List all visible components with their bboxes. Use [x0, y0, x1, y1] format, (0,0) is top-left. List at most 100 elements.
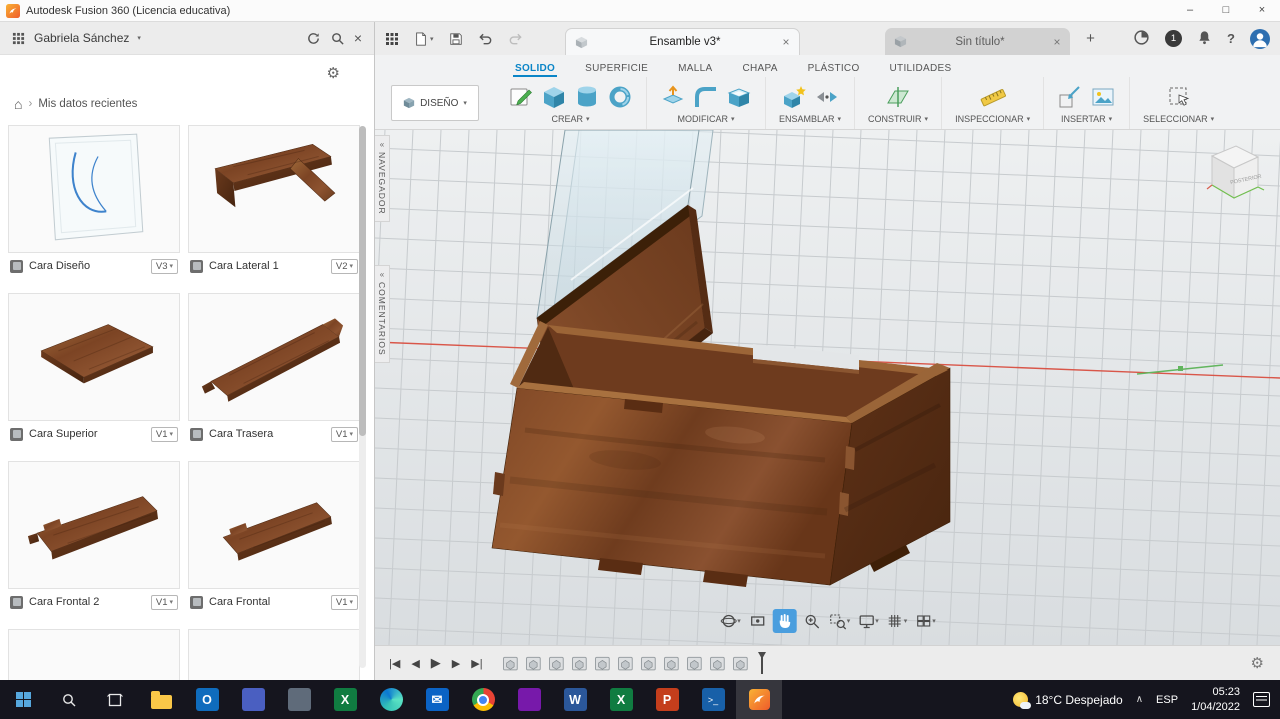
insert-image-icon[interactable]: [1090, 84, 1116, 110]
excel-icon[interactable]: X: [598, 680, 644, 719]
task-view-icon[interactable]: [92, 680, 138, 719]
caret-down-icon[interactable]: ▾: [731, 115, 735, 123]
zoom-icon[interactable]: [800, 609, 824, 633]
file-menu-icon[interactable]: ▾: [414, 32, 434, 46]
version-dropdown[interactable]: V1▾: [151, 595, 178, 610]
undo-icon[interactable]: [478, 31, 493, 46]
scrollbar-thumb[interactable]: [359, 126, 366, 436]
close-panel-icon[interactable]: ×: [354, 30, 362, 46]
excel-icon[interactable]: X: [322, 680, 368, 719]
caret-down-icon[interactable]: ▾: [838, 115, 842, 123]
taskbar-clock[interactable]: 05:23 1/04/2022: [1191, 685, 1240, 714]
save-icon[interactable]: [449, 32, 463, 46]
minimize-icon[interactable]: –: [1172, 0, 1208, 21]
file-card[interactable]: Cara Frontal 2 V1▾: [8, 461, 180, 615]
file-thumbnail[interactable]: [8, 629, 180, 680]
navigator-panel-tab[interactable]: « NAVEGADOR: [375, 135, 390, 222]
grid-settings-icon[interactable]: ▾: [884, 609, 910, 633]
file-thumbnail[interactable]: [8, 461, 180, 589]
viewports-icon[interactable]: ▾: [912, 609, 938, 633]
3d-viewport[interactable]: « NAVEGADOR « COMENTARIOS POSTERIOR: [375, 130, 1280, 645]
shell-icon[interactable]: [726, 84, 752, 110]
file-thumbnail[interactable]: [188, 461, 360, 589]
file-card[interactable]: [188, 629, 360, 680]
version-dropdown[interactable]: V1▾: [331, 595, 358, 610]
look-at-icon[interactable]: [746, 609, 770, 633]
file-thumbnail[interactable]: [188, 629, 360, 680]
file-card[interactable]: Cara Frontal V1▾: [188, 461, 360, 615]
group-label[interactable]: SELECCIONAR: [1143, 114, 1208, 124]
timeline-feature-component-icon[interactable]: [570, 653, 590, 673]
close-tab-icon[interactable]: ×: [783, 35, 790, 49]
timeline-settings-gear-icon[interactable]: ⚙: [1251, 654, 1264, 672]
app-icon[interactable]: [276, 680, 322, 719]
timeline-feature-component-icon[interactable]: [662, 653, 682, 673]
3d-scene-canvas[interactable]: [375, 130, 1280, 645]
action-center-icon[interactable]: [1253, 692, 1270, 707]
outlook-icon[interactable]: O: [184, 680, 230, 719]
close-icon[interactable]: ×: [1244, 0, 1280, 21]
file-thumbnail[interactable]: [188, 293, 360, 421]
joint-icon[interactable]: [814, 84, 840, 110]
file-card[interactable]: [8, 629, 180, 680]
comments-panel-tab[interactable]: « COMENTARIOS: [375, 265, 390, 363]
new-component-icon[interactable]: [781, 84, 807, 110]
group-label[interactable]: CREAR: [551, 114, 583, 124]
group-label[interactable]: CONSTRUIR: [868, 114, 922, 124]
torus-icon[interactable]: [607, 84, 633, 110]
chrome-icon[interactable]: [460, 680, 506, 719]
insert-icon[interactable]: [1057, 84, 1083, 110]
chevron-down-icon[interactable]: ▾: [137, 34, 141, 42]
timeline-play-icon[interactable]: ▶: [431, 655, 441, 671]
update-count-badge[interactable]: 1: [1165, 30, 1182, 47]
orbit-icon[interactable]: ▾: [717, 609, 743, 633]
create-sketch-icon[interactable]: [508, 84, 534, 110]
file-thumbnail[interactable]: [8, 125, 180, 253]
timeline-step-forward-icon[interactable]: ▶: [452, 657, 460, 670]
file-card[interactable]: Cara Trasera V1▾: [188, 293, 360, 447]
timeline-feature-component-icon[interactable]: [501, 653, 521, 673]
timeline-feature-component-icon[interactable]: [639, 653, 659, 673]
timeline-skip-end-icon[interactable]: ▶|: [471, 657, 482, 670]
view-cube[interactable]: POSTERIOR: [1198, 136, 1270, 213]
new-tab-icon[interactable]: +: [1078, 26, 1104, 52]
caret-down-icon[interactable]: ▾: [586, 115, 590, 123]
timeline-feature-component-icon[interactable]: [547, 653, 567, 673]
press-pull-icon[interactable]: [660, 84, 686, 110]
start-button[interactable]: [0, 680, 46, 719]
caret-down-icon[interactable]: ▾: [1211, 115, 1215, 123]
breadcrumb-label[interactable]: Mis datos recientes: [38, 98, 137, 110]
powershell-icon[interactable]: >_: [690, 680, 736, 719]
notifications-bell-icon[interactable]: [1197, 30, 1212, 48]
file-card[interactable]: Cara Superior V1▾: [8, 293, 180, 447]
group-label[interactable]: INSPECCIONAR: [955, 114, 1024, 124]
file-thumbnail[interactable]: [8, 293, 180, 421]
display-settings-icon[interactable]: ▾: [855, 609, 881, 633]
app-grid-icon[interactable]: [10, 30, 26, 46]
timeline-skip-start-icon[interactable]: |◀: [389, 657, 400, 670]
group-label[interactable]: MODIFICAR: [677, 114, 728, 124]
version-dropdown[interactable]: V3▾: [151, 259, 178, 274]
profile-avatar[interactable]: [1250, 29, 1270, 49]
file-card[interactable]: Cara Lateral 1 V2▾: [188, 125, 360, 279]
measure-icon[interactable]: [980, 84, 1006, 110]
workspace-selector[interactable]: DISEÑO ▾: [391, 85, 479, 121]
tray-chevron-up-icon[interactable]: ∧: [1136, 694, 1143, 705]
timeline-step-back-icon[interactable]: ◀: [411, 657, 419, 670]
user-dropdown[interactable]: Gabriela Sánchez: [34, 31, 129, 45]
timeline-feature-component-icon[interactable]: [593, 653, 613, 673]
data-panel-toggle-icon[interactable]: [385, 32, 399, 46]
window-zoom-icon[interactable]: ▾: [827, 609, 853, 633]
timeline-feature-component-icon[interactable]: [616, 653, 636, 673]
close-tab-icon[interactable]: ×: [1054, 35, 1061, 49]
file-card[interactable]: Cara Diseño V3▾: [8, 125, 180, 279]
file-thumbnail[interactable]: [188, 125, 360, 253]
version-dropdown[interactable]: V1▾: [151, 427, 178, 442]
box-icon[interactable]: [541, 84, 567, 110]
app-icon[interactable]: [506, 680, 552, 719]
timeline-feature-component-icon[interactable]: [685, 653, 705, 673]
tab-sin-titulo[interactable]: Sin título* ×: [885, 28, 1070, 55]
timeline-feature-component-icon[interactable]: [708, 653, 728, 673]
app-icon[interactable]: [230, 680, 276, 719]
home-icon[interactable]: ⌂: [14, 96, 22, 112]
